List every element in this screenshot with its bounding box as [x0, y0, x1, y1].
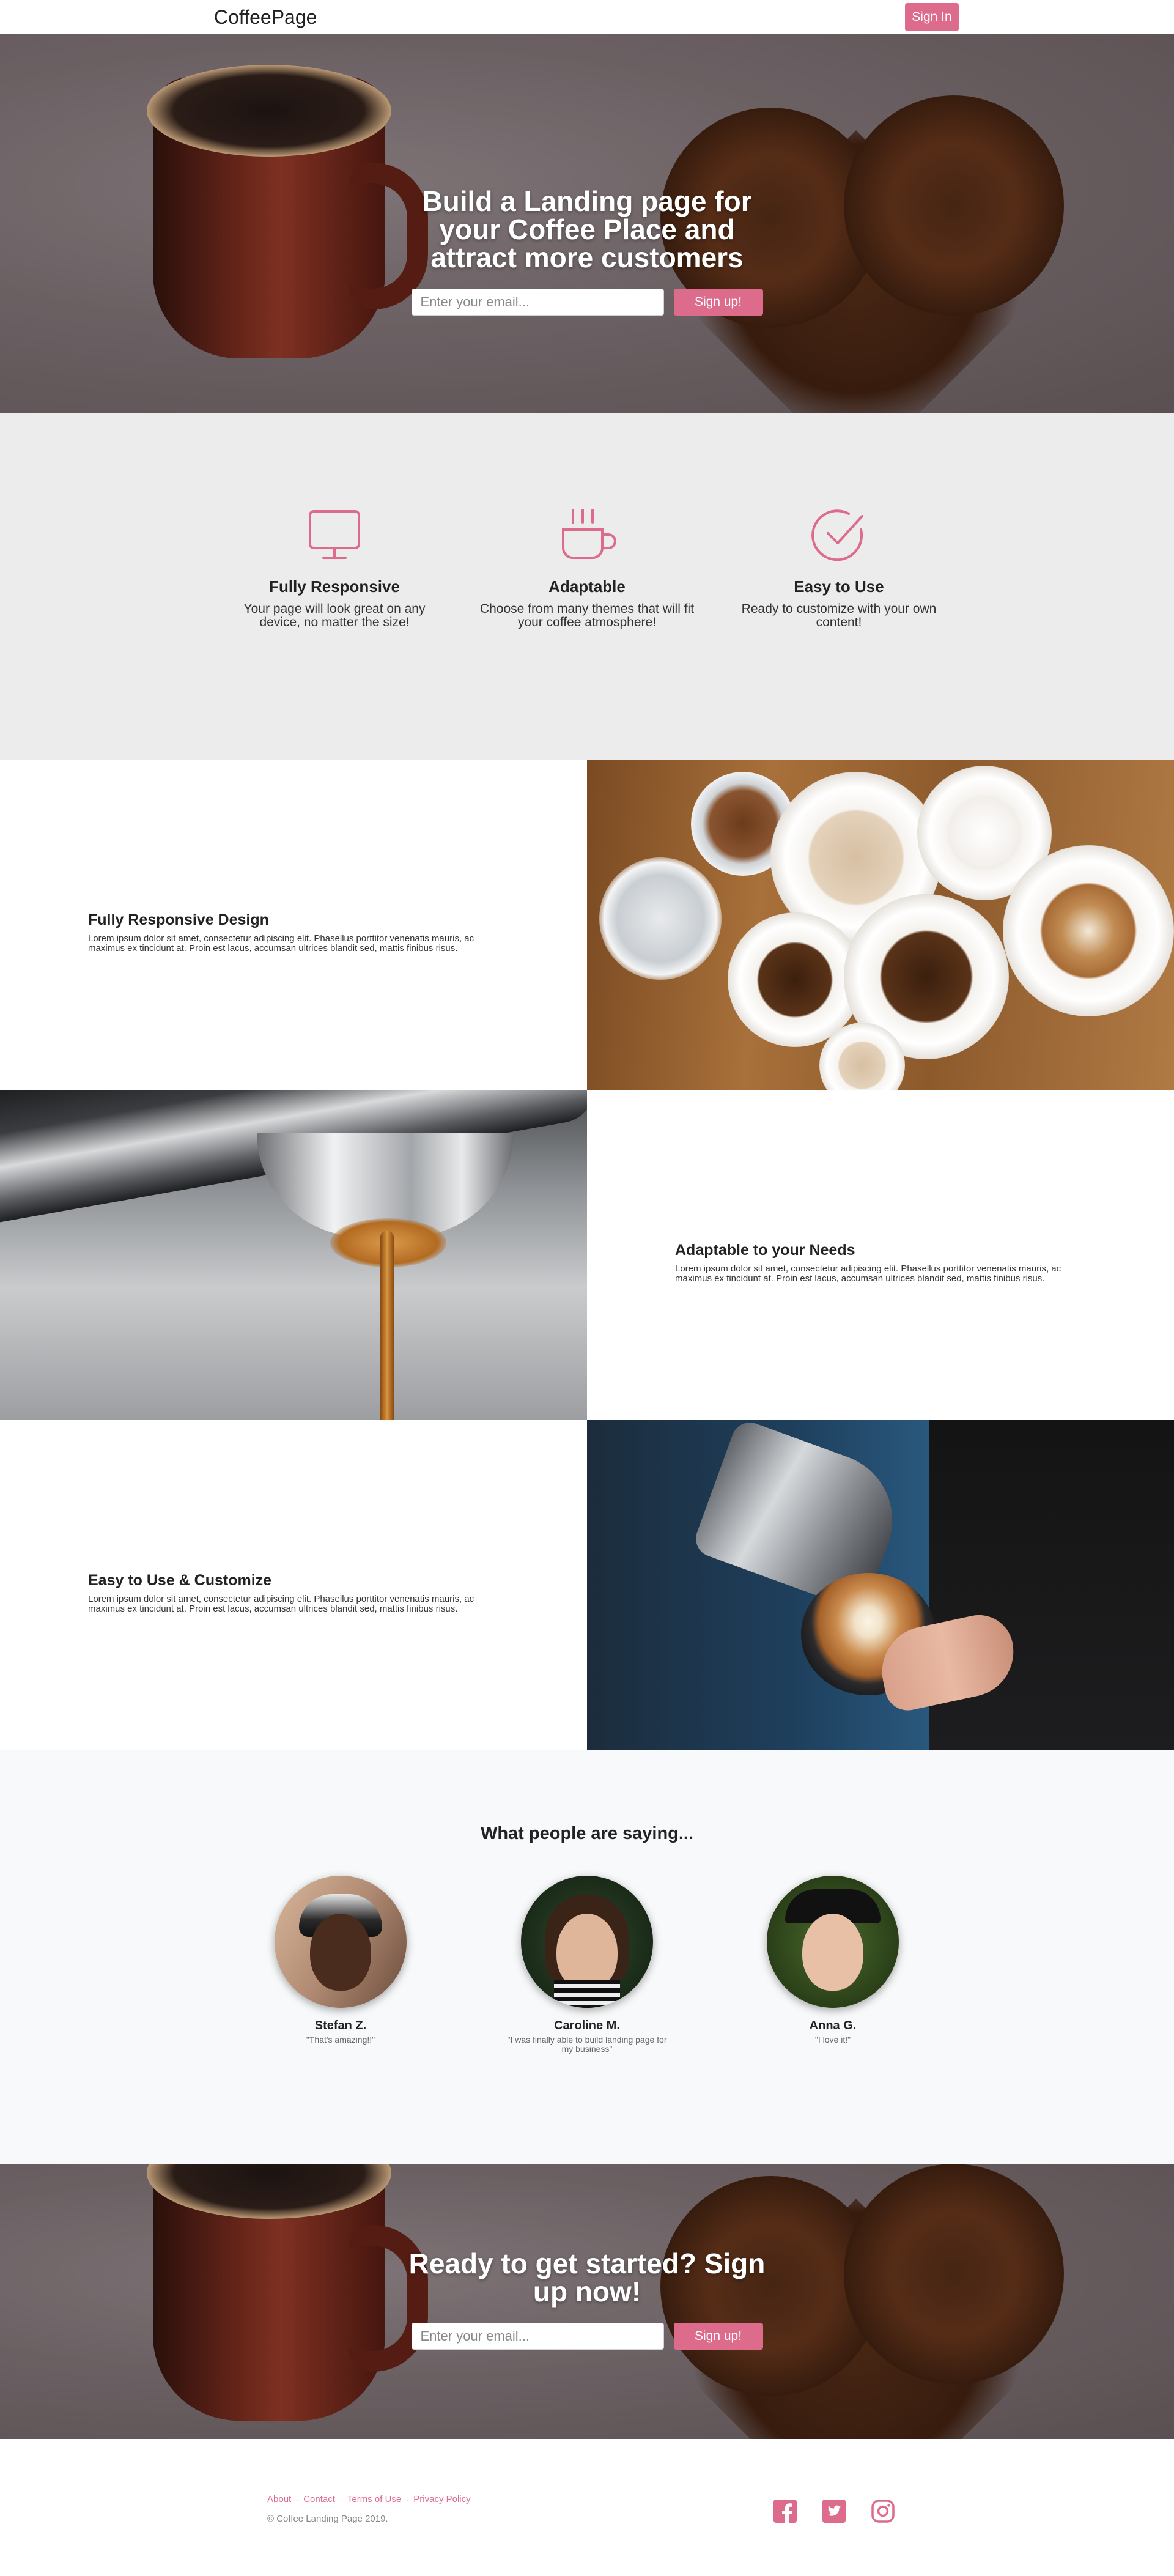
showcase-row-1: Fully Responsive Design Lorem ipsum dolo…: [0, 760, 1174, 1090]
footer: About · Contact · Terms of Use · Privacy…: [0, 2439, 1174, 2576]
showcase-body: Lorem ipsum dolor sit amet, consectetur …: [88, 1593, 474, 1614]
cta-signup-form: Sign up!: [404, 2323, 770, 2350]
footer-link-terms[interactable]: Terms of Use: [347, 2494, 401, 2504]
showcase-row-3: Easy to Use & Customize Lorem ipsum dolo…: [0, 1420, 1174, 1750]
showcase-title: Easy to Use & Customize: [88, 1571, 272, 1589]
navbar: CoffeePage Sign In: [0, 0, 1174, 34]
footer-links: About · Contact · Terms of Use · Privacy…: [267, 2494, 471, 2504]
hero-signup-form: Sign up!: [404, 289, 770, 316]
showcase-body: Lorem ipsum dolor sit amet, consectetur …: [88, 933, 474, 953]
twitter-icon[interactable]: [821, 2498, 847, 2525]
facebook-icon[interactable]: [772, 2498, 799, 2525]
hero-title: Build a Landing page for your Coffee Pla…: [422, 185, 752, 273]
testimonial-quote: "I love it!": [814, 2035, 851, 2045]
showcase-title: Fully Responsive Design: [88, 911, 269, 928]
latte-art-pour-image: [587, 1420, 1174, 1750]
feature-text: Choose from many themes that will fit yo…: [479, 602, 695, 629]
showcase-body: Lorem ipsum dolor sit amet, consectetur …: [675, 1263, 1061, 1284]
monitor-icon: [309, 510, 360, 559]
testimonial-quote: "I was finally able to build landing pag…: [507, 2035, 667, 2054]
showcase-text: Fully Responsive Design Lorem ipsum dolo…: [0, 760, 587, 1090]
feature-text: Your page will look great on any device,…: [243, 602, 426, 629]
testimonial-quote: "That's amazing!!": [306, 2035, 375, 2045]
instagram-icon[interactable]: [869, 2498, 896, 2525]
feature-easy-to-use: Easy to Use Ready to customize with your…: [729, 505, 949, 629]
feature-fully-responsive: Fully Responsive Your page will look gre…: [224, 505, 445, 629]
copyright: © Coffee Landing Page 2019.: [267, 2514, 388, 2524]
cta-email-input[interactable]: [411, 2323, 664, 2350]
feature-adaptable: Adaptable Choose from many themes that w…: [477, 505, 697, 629]
testimonial-name: Anna G.: [809, 2019, 857, 2032]
brand-logo[interactable]: CoffeePage: [214, 5, 317, 29]
feature-title: Easy to Use: [794, 577, 884, 596]
testimonial-name: Stefan Z.: [314, 2019, 367, 2032]
footer-link-privacy[interactable]: Privacy Policy: [413, 2494, 470, 2504]
avatar: [767, 1876, 899, 2008]
testimonials-heading: What people are saying...: [480, 1824, 694, 1843]
avatar: [275, 1876, 407, 2008]
hero-signup-button[interactable]: Sign up!: [673, 289, 763, 316]
feature-text: Ready to customize with your own content…: [741, 602, 937, 629]
hero-content: Build a Landing page for your Coffee Pla…: [404, 187, 770, 316]
coffee-cup-icon: [562, 509, 616, 559]
showcase-title: Adaptable to your Needs: [675, 1241, 855, 1259]
testimonials-section: What people are saying... Stefan Z. "Tha…: [0, 1750, 1174, 2164]
footer-separator: ·: [339, 2495, 342, 2504]
hero-section: Build a Landing page for your Coffee Pla…: [0, 34, 1174, 413]
feature-title: Adaptable: [548, 577, 626, 596]
espresso-machine-image: [0, 1090, 587, 1420]
showcase-text: Adaptable to your Needs Lorem ipsum dolo…: [587, 1090, 1174, 1420]
features-section: Fully Responsive Your page will look gre…: [0, 413, 1174, 760]
footer-separator: ·: [296, 2495, 299, 2504]
coffee-cups-on-table-image: [587, 760, 1174, 1090]
cta-section: Ready to get started? Sign up now! Sign …: [0, 2164, 1174, 2439]
testimonial-card: Caroline M. "I was finally able to build…: [486, 1876, 688, 2054]
cta-signup-button[interactable]: Sign up!: [673, 2323, 763, 2350]
cta-content: Ready to get started? Sign up now! Sign …: [404, 2249, 770, 2350]
hero-email-input[interactable]: [411, 289, 664, 316]
cta-title: Ready to get started? Sign up now!: [408, 2248, 766, 2308]
sign-in-button[interactable]: Sign In: [905, 3, 959, 31]
check-circle-icon: [811, 509, 863, 561]
testimonial-name: Caroline M.: [554, 2019, 620, 2032]
feature-title: Fully Responsive: [269, 577, 400, 596]
footer-link-contact[interactable]: Contact: [303, 2494, 335, 2504]
showcase-text: Easy to Use & Customize Lorem ipsum dolo…: [0, 1420, 587, 1750]
showcase-row-2: Adaptable to your Needs Lorem ipsum dolo…: [0, 1090, 1174, 1420]
footer-link-about[interactable]: About: [267, 2494, 291, 2504]
footer-separator: ·: [406, 2495, 409, 2504]
testimonial-card: Stefan Z. "That's amazing!!": [240, 1876, 441, 2045]
avatar: [521, 1876, 653, 2008]
testimonial-card: Anna G. "I love it!": [732, 1876, 934, 2045]
